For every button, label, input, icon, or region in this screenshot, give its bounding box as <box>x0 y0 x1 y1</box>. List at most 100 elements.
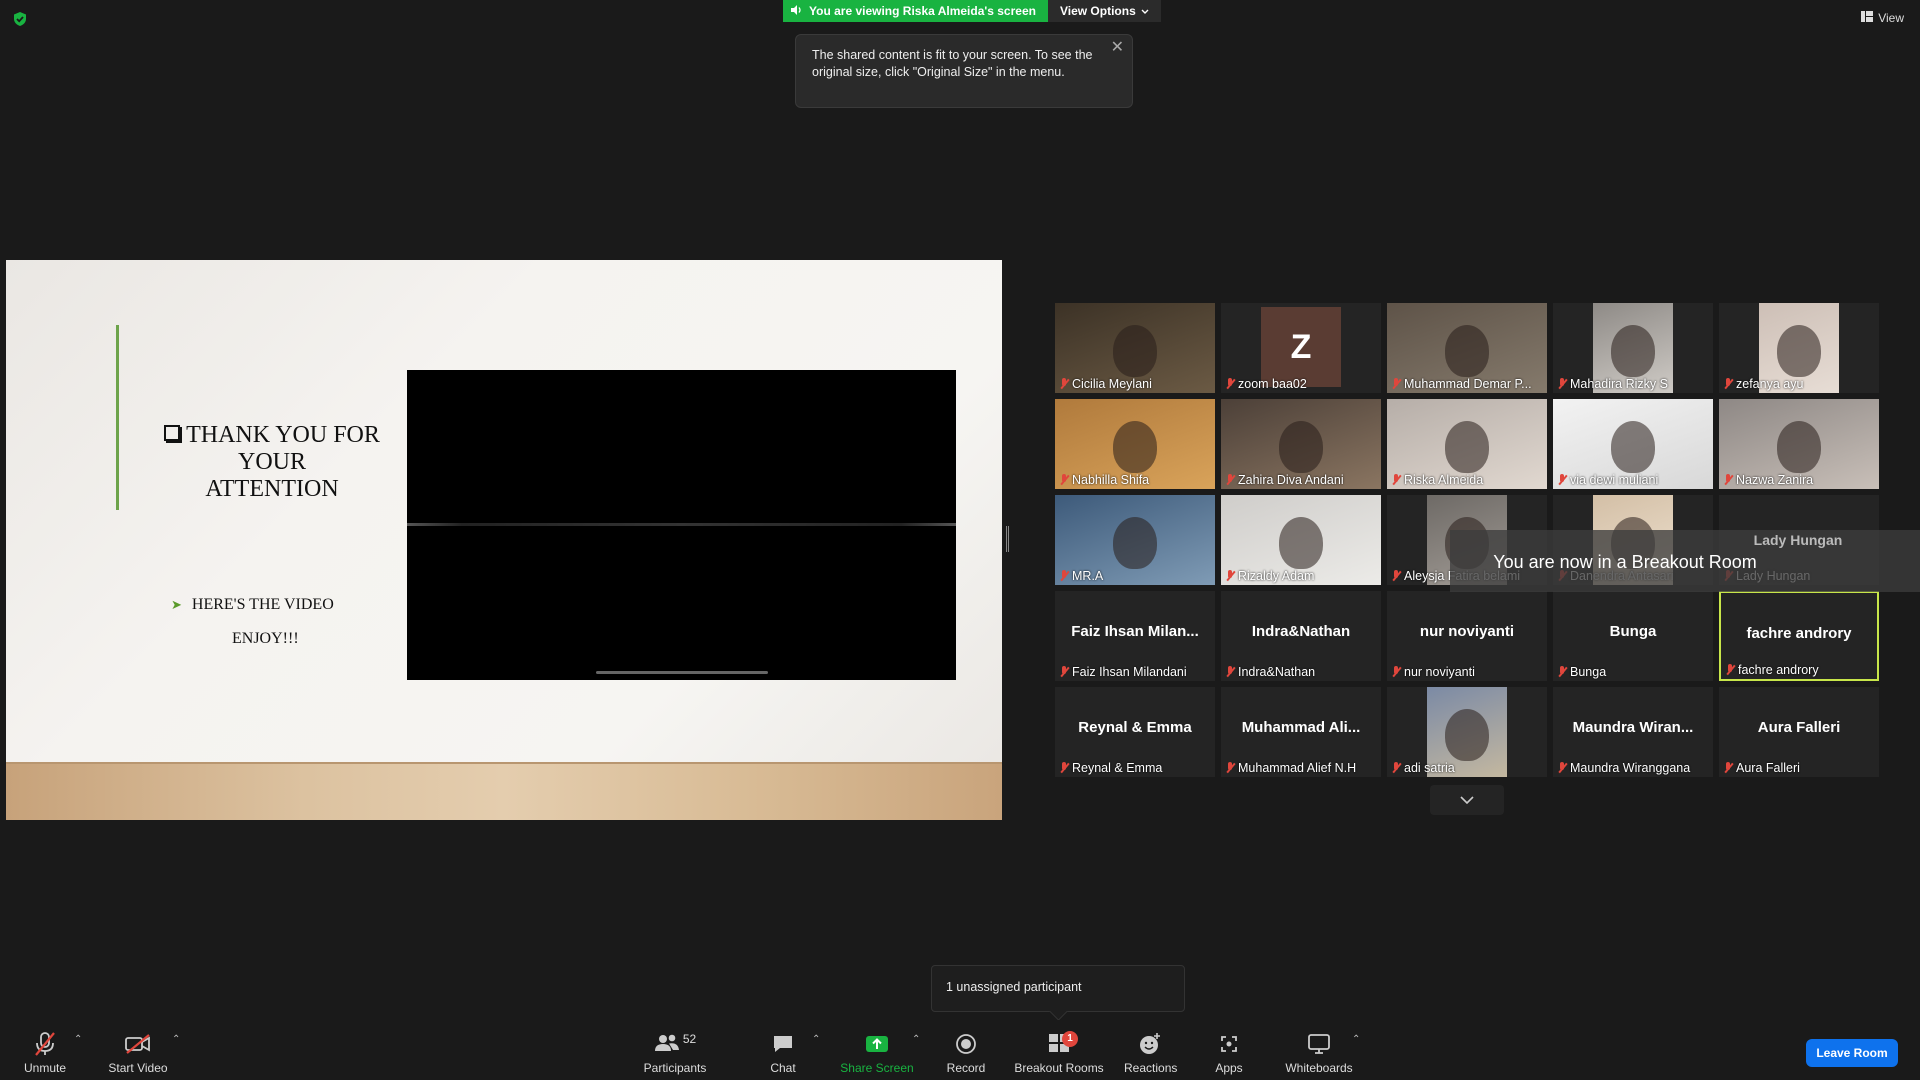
chat-options-caret-icon[interactable]: ⌃ <box>812 1034 820 1045</box>
participant-tile[interactable]: Zzoom baa02 <box>1221 303 1381 393</box>
video-off-icon <box>105 1030 171 1058</box>
whiteboards-button[interactable]: Whiteboards <box>1283 1030 1355 1075</box>
participants-button[interactable]: 52 Participants <box>640 1030 710 1075</box>
participant-tile[interactable]: Faiz Ihsan Milan... Faiz Ihsan Milandani <box>1055 591 1215 681</box>
reactions-icon <box>1124 1030 1176 1058</box>
apps-icon <box>1214 1030 1244 1058</box>
participant-name: zoom baa02 <box>1238 377 1307 391</box>
participant-name: Riska Almeida <box>1404 473 1484 487</box>
participant-name: adi satria <box>1404 761 1455 775</box>
muted-microphone-icon <box>1391 570 1401 582</box>
share-options-caret-icon[interactable]: ⌃ <box>912 1034 920 1045</box>
participant-tile[interactable]: MR.A <box>1055 495 1215 585</box>
participant-name-label: Faiz Ihsan Milandani <box>1059 665 1187 679</box>
participant-name: Indra&Nathan <box>1238 665 1316 679</box>
slide-enjoy-text: ENJOY!!! <box>232 630 299 647</box>
participant-name-label: Nabhilla Shifa <box>1059 473 1149 487</box>
participant-tile[interactable]: Bunga Bunga <box>1553 591 1713 681</box>
view-options-label: View Options <box>1059 4 1136 18</box>
participant-tile[interactable]: Nabhilla Shifa <box>1055 399 1215 489</box>
participant-tile[interactable]: Indra&Nathan Indra&Nathan <box>1221 591 1381 681</box>
participant-tile[interactable]: Zahira Diva Andani <box>1221 399 1381 489</box>
muted-microphone-icon <box>1059 666 1069 678</box>
chat-button[interactable]: Chat <box>765 1030 801 1075</box>
participant-name: Muhammad Alief N.H <box>1238 761 1357 775</box>
participant-name-label: Riska Almeida <box>1391 473 1483 487</box>
participant-tile[interactable]: Rizaldy Adam <box>1221 495 1381 585</box>
muted-microphone-icon <box>1557 474 1567 486</box>
record-button[interactable]: Record <box>945 1030 987 1075</box>
view-button[interactable]: View <box>1861 11 1904 25</box>
participants-label: Participants <box>643 1061 707 1075</box>
participant-tile[interactable]: Muhammad Ali... Muhammad Alief N.H <box>1221 687 1381 777</box>
participant-name: Mahadira Rizky S <box>1570 377 1668 391</box>
shared-screen-content: THANK YOU FOR YOUR ATTENTION ➤ HERE'S THE… <box>6 260 1002 820</box>
participant-tile[interactable]: Maundra Wiran... Maundra Wiranggana <box>1553 687 1713 777</box>
audio-options-caret-icon[interactable]: ⌃ <box>74 1034 82 1045</box>
chat-icon <box>765 1030 801 1058</box>
participant-tile[interactable]: Nazwa Zanira <box>1719 399 1879 489</box>
participant-name: Maundra Wiranggana <box>1570 761 1691 775</box>
participant-tile[interactable]: via dewi muliani <box>1553 399 1713 489</box>
participant-tile[interactable]: Riska Almeida <box>1387 399 1547 489</box>
checkbox-bullet-icon <box>164 425 181 441</box>
participant-tile[interactable]: zefanya ayu <box>1719 303 1879 393</box>
split-view-divider-handle[interactable] <box>1006 526 1009 552</box>
screen-share-banner: You are viewing Riska Almeida's screen V… <box>783 0 1161 22</box>
security-shield-icon[interactable] <box>12 11 28 27</box>
participant-tile[interactable]: Aura Falleri Aura Falleri <box>1719 687 1879 777</box>
participants-count: 52 <box>682 1032 697 1046</box>
reactions-button[interactable]: Reactions <box>1124 1030 1177 1075</box>
participant-tile[interactable]: Mahadira Rizky S <box>1553 303 1713 393</box>
participant-name-label: Reynal & Emma <box>1059 761 1162 775</box>
participant-name: Zahira Diva Andani <box>1238 473 1344 487</box>
participant-tile[interactable]: Reynal & Emma Reynal & Emma <box>1055 687 1215 777</box>
participant-name: MR.A <box>1072 569 1104 583</box>
participant-name-label: adi satria <box>1391 761 1455 775</box>
participant-name-label: Rizaldy Adam <box>1225 569 1314 583</box>
slide-title: THANK YOU FOR YOUR ATTENTION <box>143 422 401 503</box>
participant-name: nur noviyanti <box>1404 665 1475 679</box>
participant-tile[interactable]: fachre androry fachre androry <box>1719 591 1879 681</box>
unassigned-participant-popup[interactable]: 1 unassigned participant <box>931 965 1185 1012</box>
slide-title-line-1: THANK YOU FOR <box>186 422 380 448</box>
view-options-button[interactable]: View Options <box>1047 0 1161 22</box>
start-video-button[interactable]: Start Video <box>105 1030 171 1075</box>
participant-name: Muhammad Demar P... <box>1404 377 1532 391</box>
tile-name-large: nur noviyanti <box>1419 623 1515 640</box>
close-icon[interactable]: ✕ <box>1111 39 1124 56</box>
participant-tile[interactable]: Muhammad Demar P... <box>1387 303 1547 393</box>
share-screen-icon <box>840 1030 914 1058</box>
chat-label: Chat <box>770 1061 796 1075</box>
muted-microphone-icon <box>1225 666 1235 678</box>
whiteboard-options-caret-icon[interactable]: ⌃ <box>1352 1034 1360 1045</box>
video-scanline <box>407 523 956 526</box>
participant-name: Nabhilla Shifa <box>1072 473 1150 487</box>
record-icon <box>945 1030 987 1058</box>
gallery-next-page-button[interactable] <box>1430 785 1504 815</box>
participant-name-label: MR.A <box>1059 569 1103 583</box>
slide-title-line-3: ATTENTION <box>205 476 339 502</box>
share-screen-button[interactable]: Share Screen <box>840 1030 914 1075</box>
muted-microphone-icon <box>1557 378 1567 390</box>
breakout-badge: 1 <box>1062 1030 1078 1047</box>
video-options-caret-icon[interactable]: ⌃ <box>172 1034 180 1045</box>
unmute-button[interactable]: Unmute <box>20 1030 70 1075</box>
view-label: View <box>1878 11 1904 25</box>
leave-room-button[interactable]: Leave Room <box>1806 1039 1898 1067</box>
tile-name-large: Indra&Nathan <box>1251 623 1351 640</box>
tooltip-text: The shared content is fit to your screen… <box>812 48 1093 79</box>
breakout-rooms-label: Breakout Rooms <box>1014 1061 1104 1075</box>
banner-text: You are viewing Riska Almeida's screen <box>809 4 1036 18</box>
breakout-rooms-button[interactable]: 1 Breakout Rooms <box>1013 1030 1105 1075</box>
participant-tile[interactable]: Cicilia Meylani <box>1055 303 1215 393</box>
participant-tile[interactable]: nur noviyanti nur noviyanti <box>1387 591 1547 681</box>
participant-name-label: zoom baa02 <box>1225 377 1307 391</box>
whiteboard-icon <box>1283 1030 1355 1058</box>
participant-name-label: Maundra Wiranggana <box>1557 761 1690 775</box>
muted-microphone-icon <box>1391 474 1401 486</box>
participant-name: Reynal & Emma <box>1072 761 1163 775</box>
participant-tile[interactable]: adi satria <box>1387 687 1547 777</box>
apps-button[interactable]: Apps <box>1214 1030 1244 1075</box>
muted-microphone-icon <box>1723 378 1733 390</box>
